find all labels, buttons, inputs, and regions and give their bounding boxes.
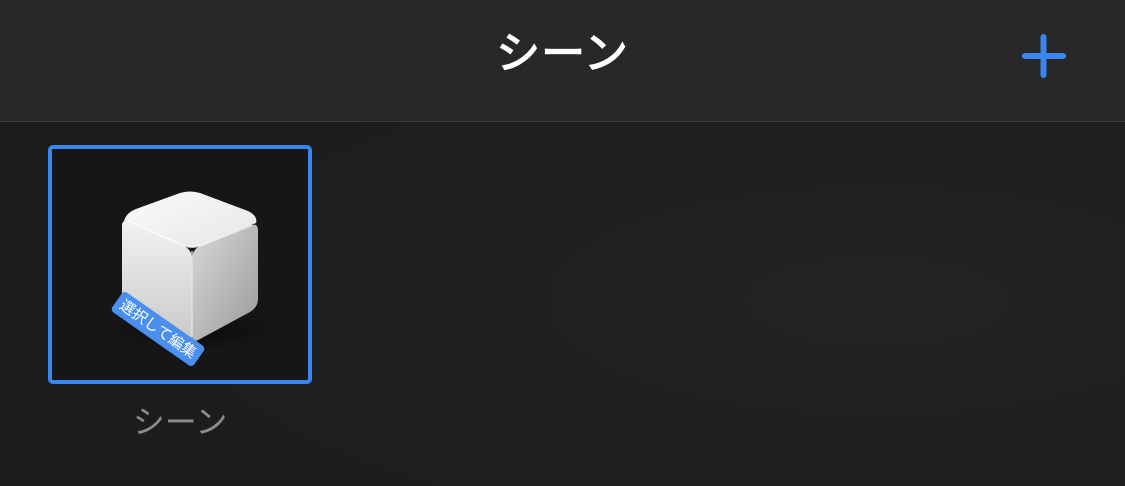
page-title: シーン (496, 28, 629, 79)
add-scene-button[interactable] (1018, 30, 1070, 82)
scene-card[interactable]: 選択して編集 (48, 145, 312, 384)
scene-thumbnail[interactable]: 選択して編集 (48, 145, 312, 384)
plus-icon (1022, 34, 1066, 78)
scene-name: シーン (132, 403, 228, 441)
scene-browser: シーン 選択して編集 シーン (0, 0, 1125, 486)
navigation-bar: シーン (0, 0, 1125, 122)
